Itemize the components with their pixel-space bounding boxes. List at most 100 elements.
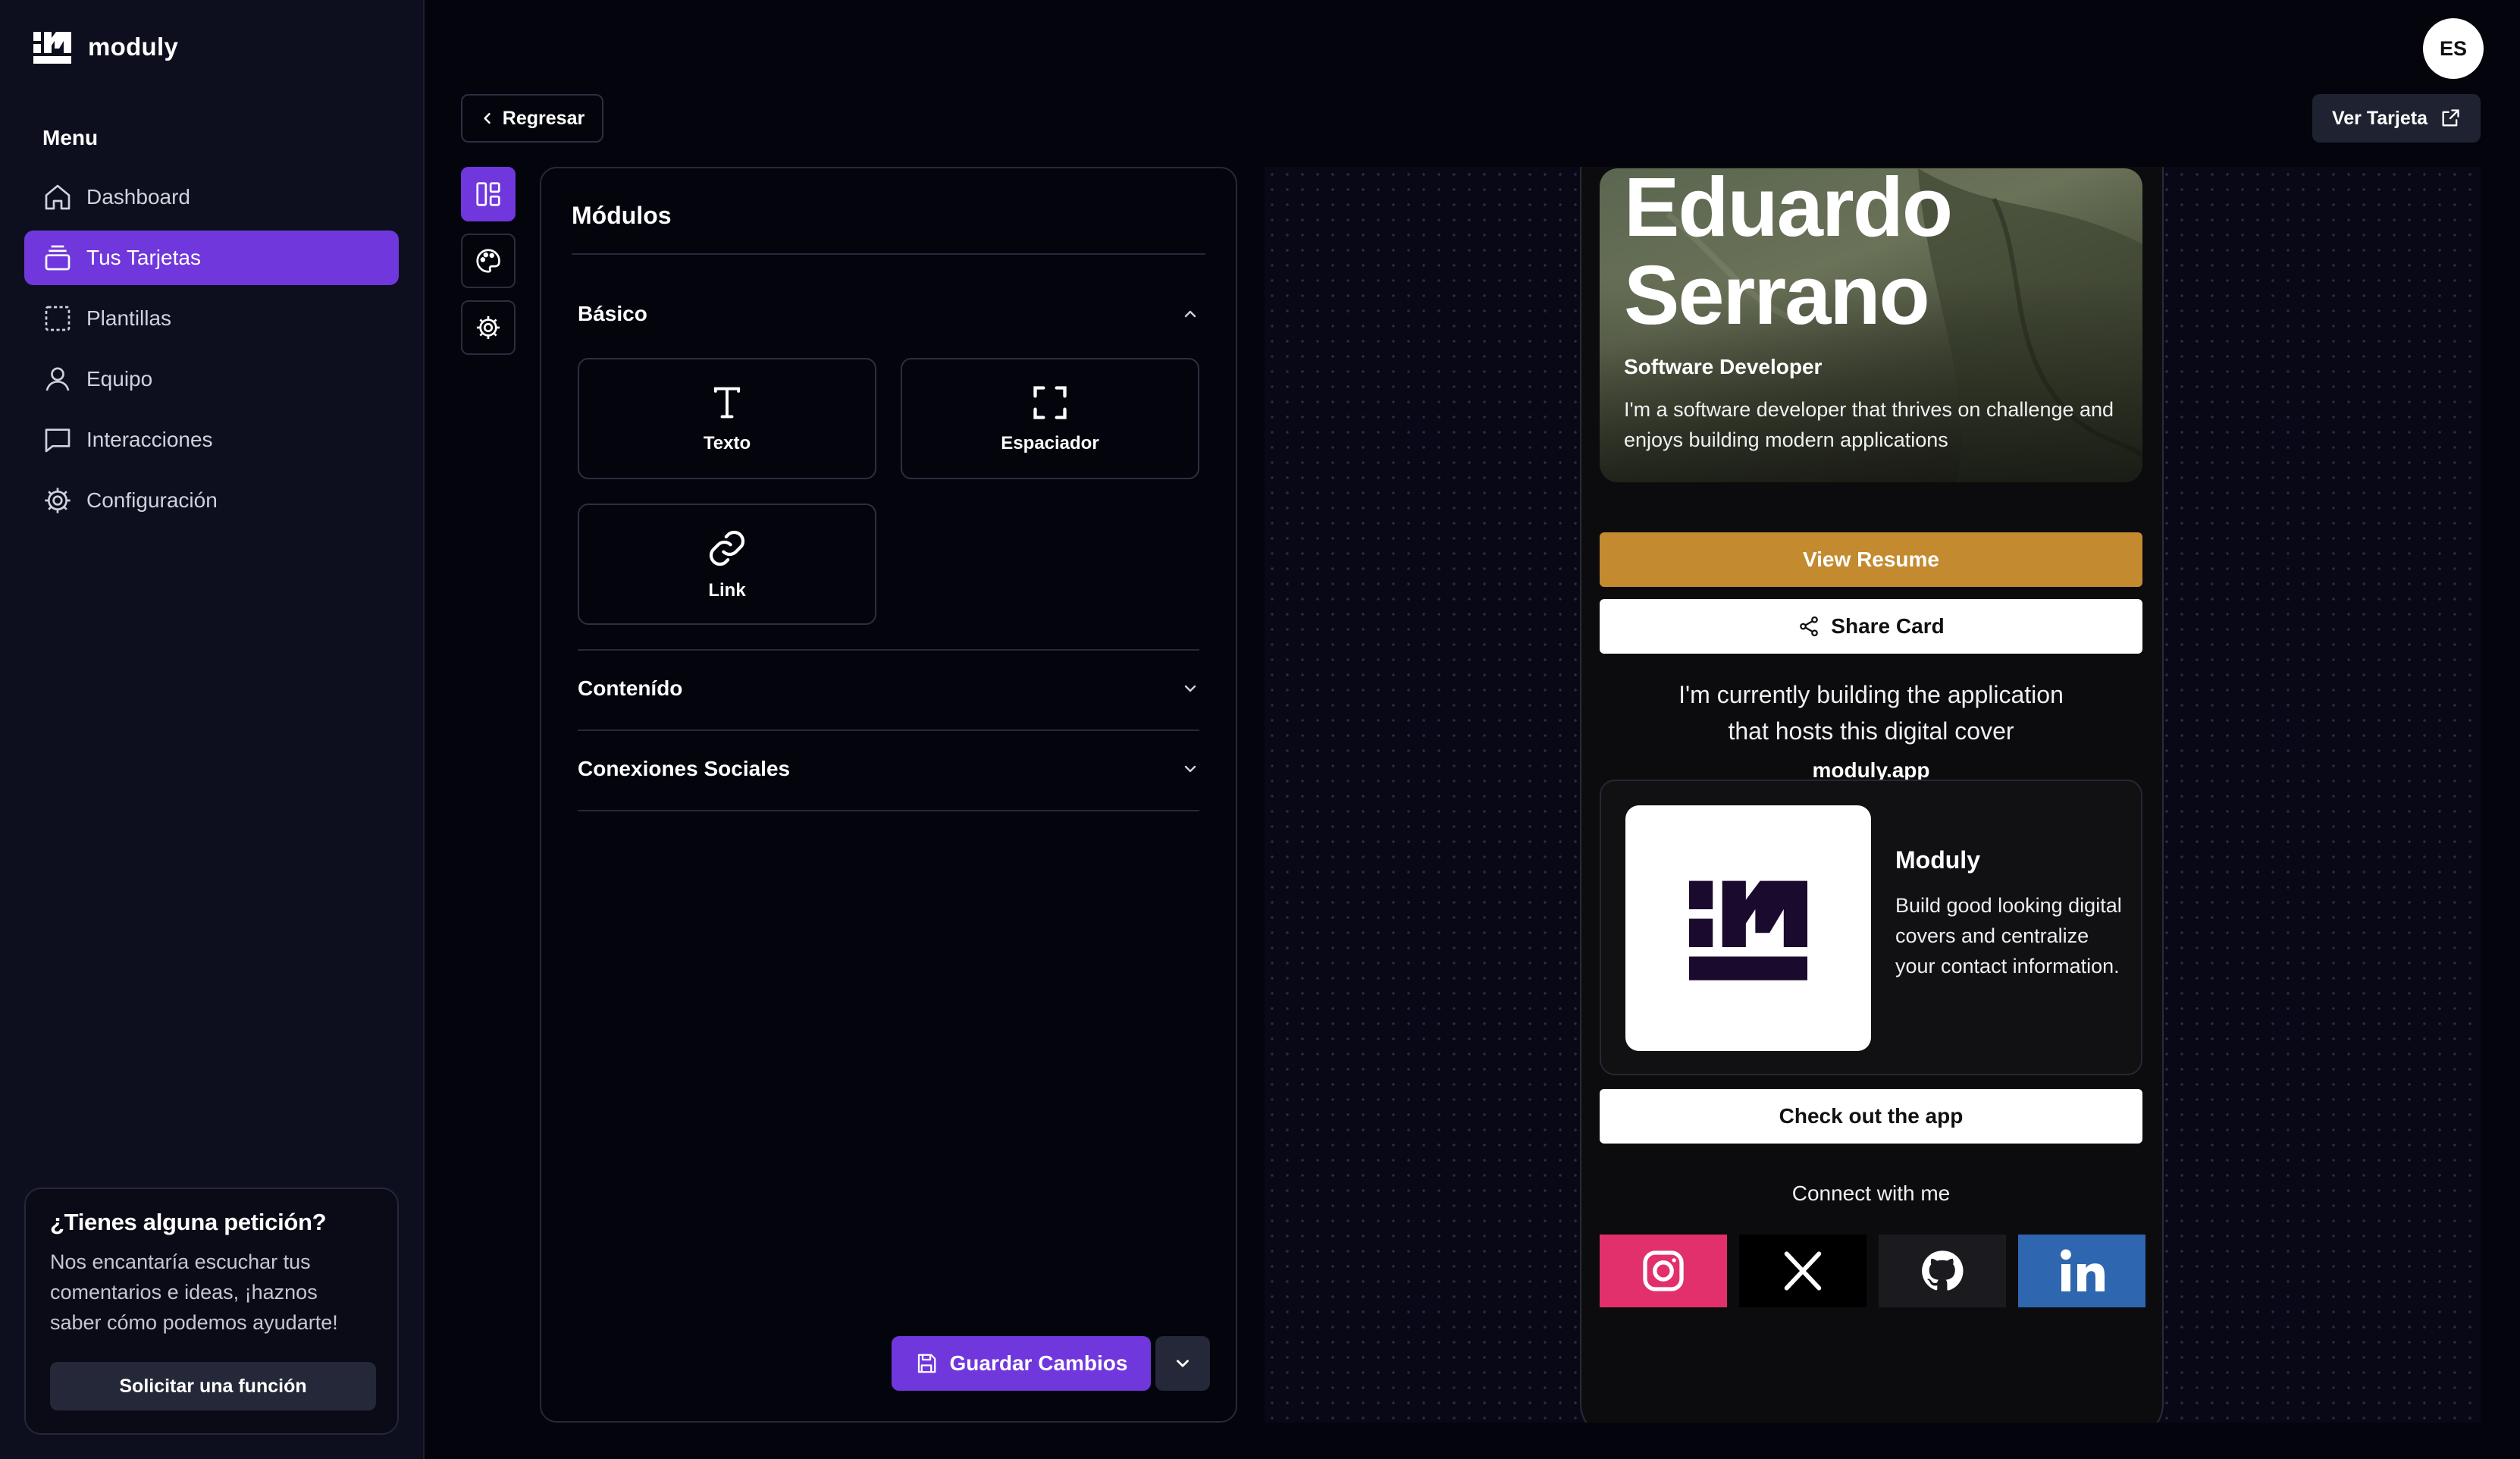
tool-modules-button[interactable]: [461, 167, 516, 221]
chevron-up-icon: [1184, 310, 1196, 318]
view-resume-button[interactable]: View Resume: [1600, 532, 2142, 587]
instagram-icon: [1643, 1250, 1684, 1291]
sidebar-item-tus-tarjetas[interactable]: Tus Tarjetas: [24, 231, 399, 285]
section-label: Conexiones Sociales: [578, 757, 791, 780]
module-link-card[interactable]: Link: [578, 504, 876, 625]
chevron-down-icon: [1184, 765, 1196, 773]
text-line: I'm currently building the application: [1678, 681, 2064, 708]
avatar[interactable]: ES: [2423, 18, 2484, 79]
hero-banner: Eduardo Serrano Software Developer I'm a…: [1600, 168, 2142, 482]
view-card-button[interactable]: Ver Tarjeta: [2312, 94, 2481, 143]
save-icon: [917, 1354, 936, 1373]
card-last-name: Serrano: [1624, 249, 1930, 342]
card-bio: I'm a software developer that thrives on…: [1624, 398, 2114, 451]
x-icon: [1784, 1251, 1822, 1291]
layout-icon: [476, 182, 500, 206]
card-role: Software Developer: [1624, 355, 1823, 378]
sidebar-item-label: Configuración: [86, 488, 218, 512]
home-icon: [45, 184, 71, 210]
app-module-name: Moduly: [1895, 846, 1980, 874]
sidebar-nav: Dashboard Tus Tarjetas Plantillas Equipo…: [24, 170, 399, 534]
card-first-name: Eduardo: [1624, 168, 1953, 254]
link-icon: [709, 530, 745, 566]
text-module: I'm currently building the application t…: [1600, 676, 2142, 749]
github-link[interactable]: [1879, 1235, 2006, 1307]
text-line: that hosts this digital cover: [1728, 717, 2014, 745]
instagram-link[interactable]: [1600, 1235, 1727, 1307]
card-preview-area: Eduardo Serrano Software Developer I'm a…: [1265, 167, 2481, 1423]
divider: [578, 810, 1199, 811]
user-icon: [45, 367, 70, 391]
card-name: Eduardo Serrano: [1624, 168, 2079, 340]
divider: [578, 649, 1199, 651]
sidebar-item-label: Tus Tarjetas: [86, 246, 201, 269]
x-link[interactable]: [1739, 1235, 1866, 1307]
template-icon: [45, 306, 71, 331]
modules-panel: Módulos Básico Texto Espaciador Link Con…: [540, 167, 1237, 1423]
palette-icon: [476, 249, 500, 273]
gear-icon: [45, 488, 71, 513]
module-text-card[interactable]: Texto: [578, 358, 876, 479]
check-app-button[interactable]: Check out the app: [1600, 1089, 2142, 1144]
linkedin-icon: [2061, 1249, 2105, 1291]
section-contenido[interactable]: Contenído: [578, 676, 1199, 701]
request-title: ¿Tienes alguna petición?: [50, 1209, 327, 1235]
text-icon: [713, 387, 741, 419]
app-logo: [1625, 805, 1871, 1051]
tool-settings-button[interactable]: [461, 300, 516, 355]
save-changes-button[interactable]: Guardar Cambios: [892, 1336, 1151, 1391]
sidebar-item-label: Interacciones: [86, 428, 213, 451]
sidebar-item-plantillas[interactable]: Plantillas: [24, 291, 399, 346]
connect-label: Connect with me: [1791, 1181, 1951, 1205]
card-preview: Eduardo Serrano Software Developer I'm a…: [1580, 167, 2164, 1423]
section-label: Básico: [578, 302, 647, 325]
divider: [572, 253, 1205, 255]
external-link-icon: [2442, 109, 2459, 127]
module-label: Espaciador: [1001, 433, 1099, 453]
brand-logo[interactable]: moduly: [33, 30, 178, 64]
request-feature-button[interactable]: Solicitar una función: [50, 1362, 376, 1410]
spacer-icon: [1033, 386, 1067, 419]
chevron-down-icon: [1184, 685, 1196, 692]
tool-theme-button[interactable]: [461, 234, 516, 288]
sidebar-item-label: Plantillas: [86, 306, 172, 330]
sidebar-item-dashboard[interactable]: Dashboard: [24, 170, 399, 224]
linkedin-link[interactable]: [2018, 1235, 2145, 1307]
menu-heading: Menu: [42, 126, 99, 149]
sidebar-item-equipo[interactable]: Equipo: [24, 352, 399, 406]
sidebar-item-label: Equipo: [86, 367, 153, 391]
save-label: Guardar Cambios: [949, 1351, 1128, 1375]
sidebar-item-interacciones[interactable]: Interacciones: [24, 413, 399, 467]
divider: [578, 730, 1199, 731]
share-icon: [1800, 616, 1819, 637]
chevron-down-icon: [1177, 1360, 1189, 1367]
sidebar-item-label: Dashboard: [86, 185, 190, 209]
back-label: Regresar: [502, 107, 585, 129]
moduly-logo-icon: [33, 32, 71, 64]
save-options-button[interactable]: [1155, 1336, 1210, 1391]
modules-title: Módulos: [572, 202, 672, 229]
chat-icon: [45, 428, 71, 453]
view-card-label: Ver Tarjeta: [2331, 107, 2428, 129]
moduly-logo-icon: [1689, 880, 1807, 981]
module-label: Link: [708, 580, 746, 601]
github-icon: [1922, 1250, 1964, 1291]
app-module-description: Build good looking digital covers and ce…: [1895, 894, 2122, 977]
app-name: moduly: [88, 33, 179, 61]
cards-icon: [45, 245, 71, 271]
share-card-label: Share Card: [1831, 614, 1945, 638]
section-basico[interactable]: Básico: [578, 302, 1199, 326]
module-label: Texto: [703, 433, 751, 453]
module-spacer-card[interactable]: Espaciador: [901, 358, 1199, 479]
app-module-card: Moduly Build good looking digital covers…: [1600, 780, 2142, 1075]
back-button[interactable]: Regresar: [461, 94, 603, 143]
section-conexiones-sociales[interactable]: Conexiones Sociales: [578, 757, 1199, 781]
section-label: Contenído: [578, 676, 683, 700]
sidebar-item-configuracion[interactable]: Configuración: [24, 473, 399, 528]
chevron-left-icon: [484, 112, 491, 124]
share-card-button[interactable]: Share Card: [1600, 599, 2142, 654]
feature-request-card: ¿Tienes alguna petición? Nos encantaría …: [24, 1188, 399, 1435]
sidebar: moduly Menu Dashboard Tus Tarjetas Plant…: [0, 0, 425, 1459]
request-body: Nos encantaría escuchar tus comentarios …: [50, 1250, 338, 1334]
gear-icon: [476, 315, 500, 340]
